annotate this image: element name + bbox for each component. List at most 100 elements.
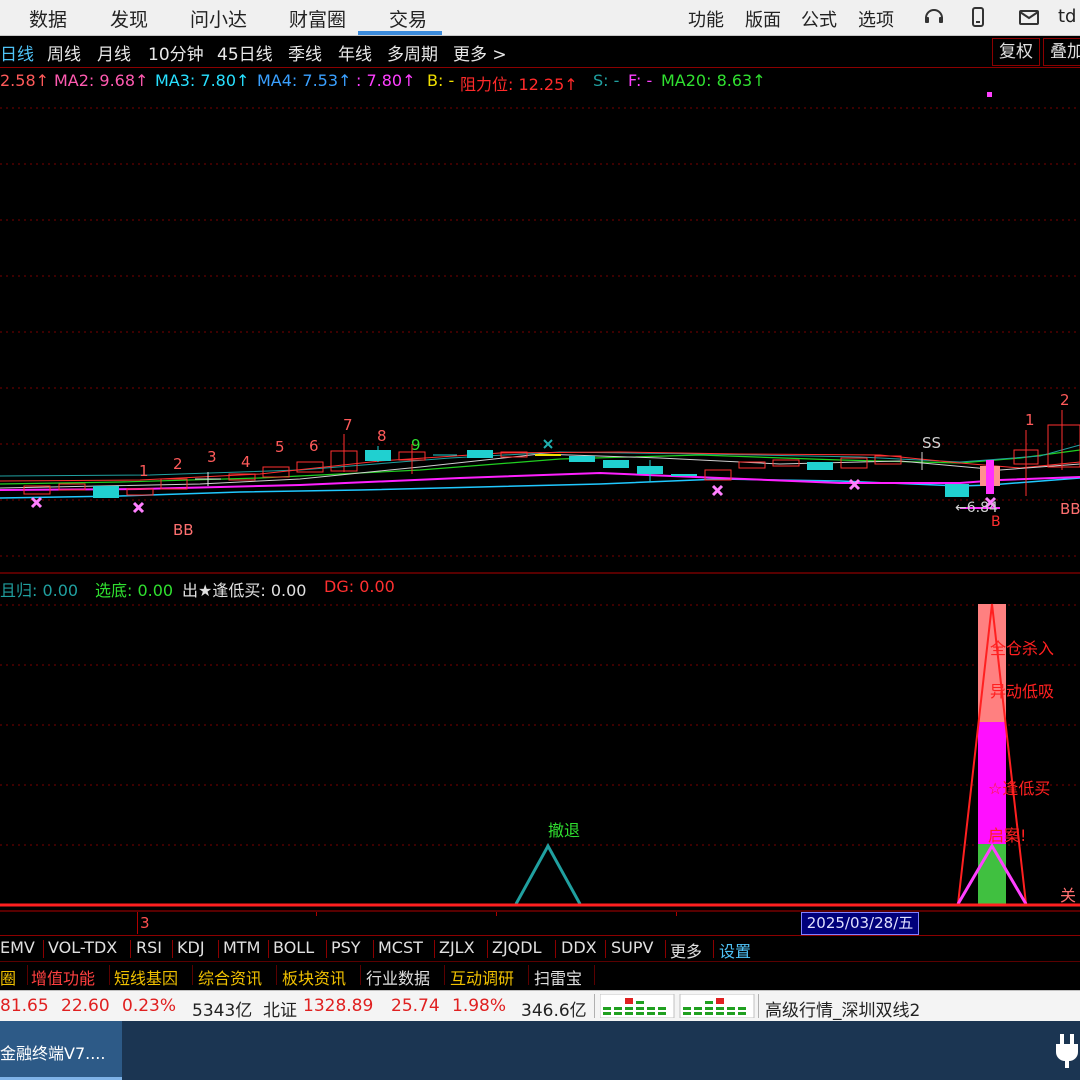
main-kline-chart[interactable]	[0, 96, 1080, 574]
ticker-change-pct: 0.23%	[122, 996, 177, 1016]
ma1-value: 2.58↑	[0, 71, 50, 90]
full-position-label: 全仓杀入	[990, 639, 1055, 658]
taskbar-app-item[interactable]: 金融终端V7....	[0, 1021, 122, 1080]
period-toolbar: 日线 周线 月线 10分钟 45日线 季线 年线 多周期 更多 > 复权 叠加	[0, 36, 1080, 68]
ticker-index-value: 81.65	[0, 996, 49, 1016]
power-plug-icon[interactable]	[1056, 1034, 1080, 1068]
period-tab-monthly[interactable]: 月线	[97, 40, 131, 65]
period-tab-year[interactable]: 年线	[338, 40, 372, 65]
feature-sector-news[interactable]: 板块资讯	[282, 965, 346, 989]
menu-wealth-circle[interactable]: 财富圈	[289, 5, 346, 32]
ticker-change: 22.60	[61, 996, 110, 1016]
time-axis: 3 2025/03/28/五	[0, 912, 1080, 935]
menu-function[interactable]: 功能	[688, 6, 724, 32]
tab-vol-tdx[interactable]: VOL-TDX	[48, 938, 117, 957]
ma5-value: : 7.80↑	[356, 71, 416, 90]
count-label: 1	[139, 462, 149, 480]
sub-indicator-d: DG: 0.00	[324, 577, 395, 596]
count-label: 9	[411, 436, 421, 454]
period-tab-multi[interactable]: 多周期	[387, 40, 438, 65]
s-value: S: -	[593, 71, 620, 90]
period-tab-10min[interactable]: 10分钟	[148, 40, 204, 65]
menu-options[interactable]: 选项	[858, 6, 894, 32]
axis-marker: 3	[140, 914, 150, 932]
ma3-value: MA3: 7.80↑	[155, 71, 250, 90]
tab-kdj[interactable]: KDJ	[177, 938, 205, 957]
ma20-value: MA20: 8.63↑	[661, 71, 766, 90]
tab-settings[interactable]: 设置	[719, 938, 751, 962]
phone-icon[interactable]	[966, 5, 990, 29]
brand-text: td	[1058, 6, 1077, 27]
ticker-bse-name[interactable]: 北证	[263, 996, 297, 1021]
ticker-bse-value: 1328.89	[303, 996, 374, 1016]
signal-meter-icon	[600, 994, 755, 1018]
period-tab-quarter[interactable]: 季线	[288, 40, 322, 65]
crosshair-date: 2025/03/28/五	[801, 912, 919, 935]
taskbar-app-title: 金融终端V7....	[0, 1044, 106, 1063]
abnormal-low-label: 异动低吸	[990, 682, 1055, 701]
tab-mtm[interactable]: MTM	[223, 938, 260, 957]
headset-icon[interactable]	[922, 5, 946, 29]
ticker-bse-change-pct: 1.98%	[452, 996, 507, 1016]
count-label: 7	[343, 416, 353, 434]
tab-mcst[interactable]: MCST	[378, 938, 423, 957]
feature-circle[interactable]: 圈	[0, 965, 16, 989]
count-label: 8	[377, 427, 387, 445]
ma-line-magenta	[0, 471, 1080, 491]
ticker-bse-turnover: 346.6亿	[521, 1001, 587, 1021]
ss-label: SS	[922, 434, 942, 452]
f-value: F: -	[628, 71, 653, 90]
period-tab-45day[interactable]: 45日线	[217, 40, 273, 65]
retreat-label: 撤退	[548, 821, 581, 840]
count-label: 5	[275, 438, 285, 456]
bb-label: BB	[173, 521, 194, 539]
tab-emv[interactable]: EMV	[0, 938, 35, 957]
count-label: 1	[1025, 411, 1035, 429]
signal-bar-salmon	[978, 604, 1006, 722]
sub-indicator-chart[interactable]	[0, 598, 1080, 912]
feature-short-gene[interactable]: 短线基因	[114, 965, 178, 989]
period-tab-daily[interactable]: 日线	[0, 40, 34, 65]
ticker-feed-name[interactable]: 高级行情_深圳双线2	[765, 996, 920, 1021]
tab-more[interactable]: 更多	[670, 938, 702, 962]
bb-label: BB	[1060, 500, 1080, 518]
menu-discover[interactable]: 发现	[110, 5, 148, 32]
tab-ddx[interactable]: DDX	[561, 938, 597, 957]
feature-interactive[interactable]: 互动调研	[450, 965, 514, 989]
top-menu-bar: 数据 发现 问小达 财富圈 交易 功能 版面 公式 选项 td	[0, 0, 1080, 36]
feature-news[interactable]: 综合资讯	[198, 965, 262, 989]
active-menu-underline	[358, 31, 442, 35]
signal-bar-green	[978, 844, 1006, 904]
menu-layout[interactable]: 版面	[745, 6, 781, 32]
ma4-value: MA4: 7.53↑	[257, 71, 352, 90]
count-label: 4	[241, 453, 251, 471]
period-tab-weekly[interactable]: 周线	[47, 40, 81, 65]
indicator-tabs: EMV VOL-TDX RSI KDJ MTM BOLL PSY MCST ZJ…	[0, 935, 1080, 962]
menu-ask[interactable]: 问小达	[190, 5, 247, 32]
feature-industry-data[interactable]: 行业数据	[366, 965, 430, 989]
buy-mark-label: B	[991, 514, 1001, 530]
close-label: 关	[1060, 886, 1077, 905]
overlay-button[interactable]: 叠加	[1043, 38, 1080, 66]
mail-icon[interactable]	[1017, 5, 1041, 29]
tab-boll[interactable]: BOLL	[273, 938, 314, 957]
resistance-value: 阻力位: 12.25↑	[460, 75, 578, 94]
feature-value-added[interactable]: 增值功能	[31, 965, 95, 989]
tab-rsi[interactable]: RSI	[136, 938, 162, 957]
menu-trade[interactable]: 交易	[389, 5, 427, 32]
menu-data[interactable]: 数据	[29, 5, 67, 32]
tab-zjlx[interactable]: ZJLX	[439, 938, 475, 957]
tab-psy[interactable]: PSY	[331, 938, 361, 957]
restore-rights-button[interactable]: 复权	[992, 38, 1040, 66]
tab-supv[interactable]: SUPV	[611, 938, 653, 957]
market-ticker: 81.65 22.60 0.23% 5343亿 北证 1328.89 25.74…	[0, 990, 1080, 1022]
feature-mine-scan[interactable]: 扫雷宝	[534, 965, 582, 989]
count-label: 3	[207, 448, 217, 466]
ma-line-red	[0, 451, 1080, 482]
tab-zjqdl[interactable]: ZJQDL	[492, 938, 542, 957]
period-tab-more[interactable]: 更多 >	[453, 40, 507, 65]
sub-chart-grid	[0, 604, 1080, 846]
count-label: 2	[173, 455, 183, 473]
menu-formula[interactable]: 公式	[801, 6, 837, 32]
ticker-bse-change: 25.74	[391, 996, 440, 1016]
